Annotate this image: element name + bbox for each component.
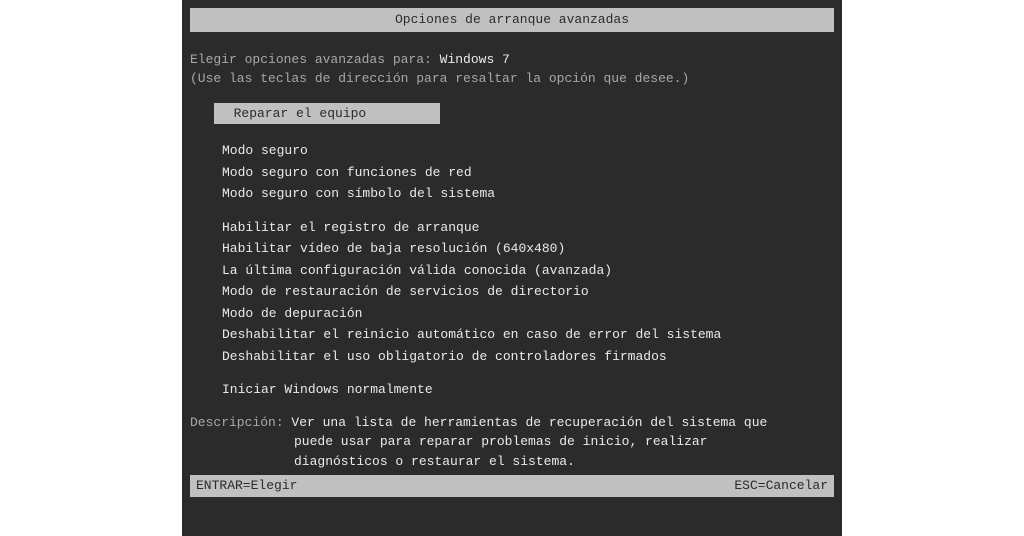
- menu-item-ds-restore-mode[interactable]: Modo de restauración de servicios de dir…: [222, 281, 834, 303]
- footer-bar: ENTRAR=Elegir ESC=Cancelar: [190, 475, 834, 497]
- description-line-2: puede usar para reparar problemas de ini…: [294, 432, 834, 452]
- description-block: Descripción: Ver una lista de herramient…: [190, 413, 834, 472]
- menu-item-safe-mode[interactable]: Modo seguro: [222, 140, 834, 162]
- menu-item-safe-mode-command[interactable]: Modo seguro con símbolo del sistema: [222, 183, 834, 205]
- menu-item-debug-mode[interactable]: Modo de depuración: [222, 303, 834, 325]
- footer-enter-hint: ENTRAR=Elegir: [196, 476, 297, 496]
- menu-item-start-normally[interactable]: Iniciar Windows normalmente: [222, 379, 834, 401]
- description-line-1: Ver una lista de herramientas de recuper…: [291, 415, 767, 430]
- navigation-hint: (Use las teclas de dirección para resalt…: [190, 69, 834, 89]
- menu-item-boot-logging[interactable]: Habilitar el registro de arranque: [222, 217, 834, 239]
- menu-item-repair-computer[interactable]: Reparar el equipo: [214, 103, 440, 125]
- boot-screen: Opciones de arranque avanzadas Elegir op…: [182, 0, 842, 536]
- content-area: Elegir opciones avanzadas para: Windows …: [182, 32, 842, 472]
- description-line-3: diagnósticos o restaurar el sistema.: [294, 452, 834, 472]
- menu-item-disable-auto-restart[interactable]: Deshabilitar el reinicio automático en c…: [222, 324, 834, 346]
- description-label: Descripción:: [190, 415, 291, 430]
- footer-esc-hint: ESC=Cancelar: [734, 476, 828, 496]
- intro-line: Elegir opciones avanzadas para: Windows …: [190, 50, 834, 70]
- menu-item-disable-driver-signing[interactable]: Deshabilitar el uso obligatorio de contr…: [222, 346, 834, 368]
- intro-label: Elegir opciones avanzadas para:: [190, 52, 440, 67]
- screen-title: Opciones de arranque avanzadas: [190, 8, 834, 32]
- menu-item-safe-mode-networking[interactable]: Modo seguro con funciones de red: [222, 162, 834, 184]
- menu-item-low-res-video[interactable]: Habilitar vídeo de baja resolución (640x…: [222, 238, 834, 260]
- intro-os-name: Windows 7: [440, 52, 510, 67]
- menu-item-last-known-good[interactable]: La última configuración válida conocida …: [222, 260, 834, 282]
